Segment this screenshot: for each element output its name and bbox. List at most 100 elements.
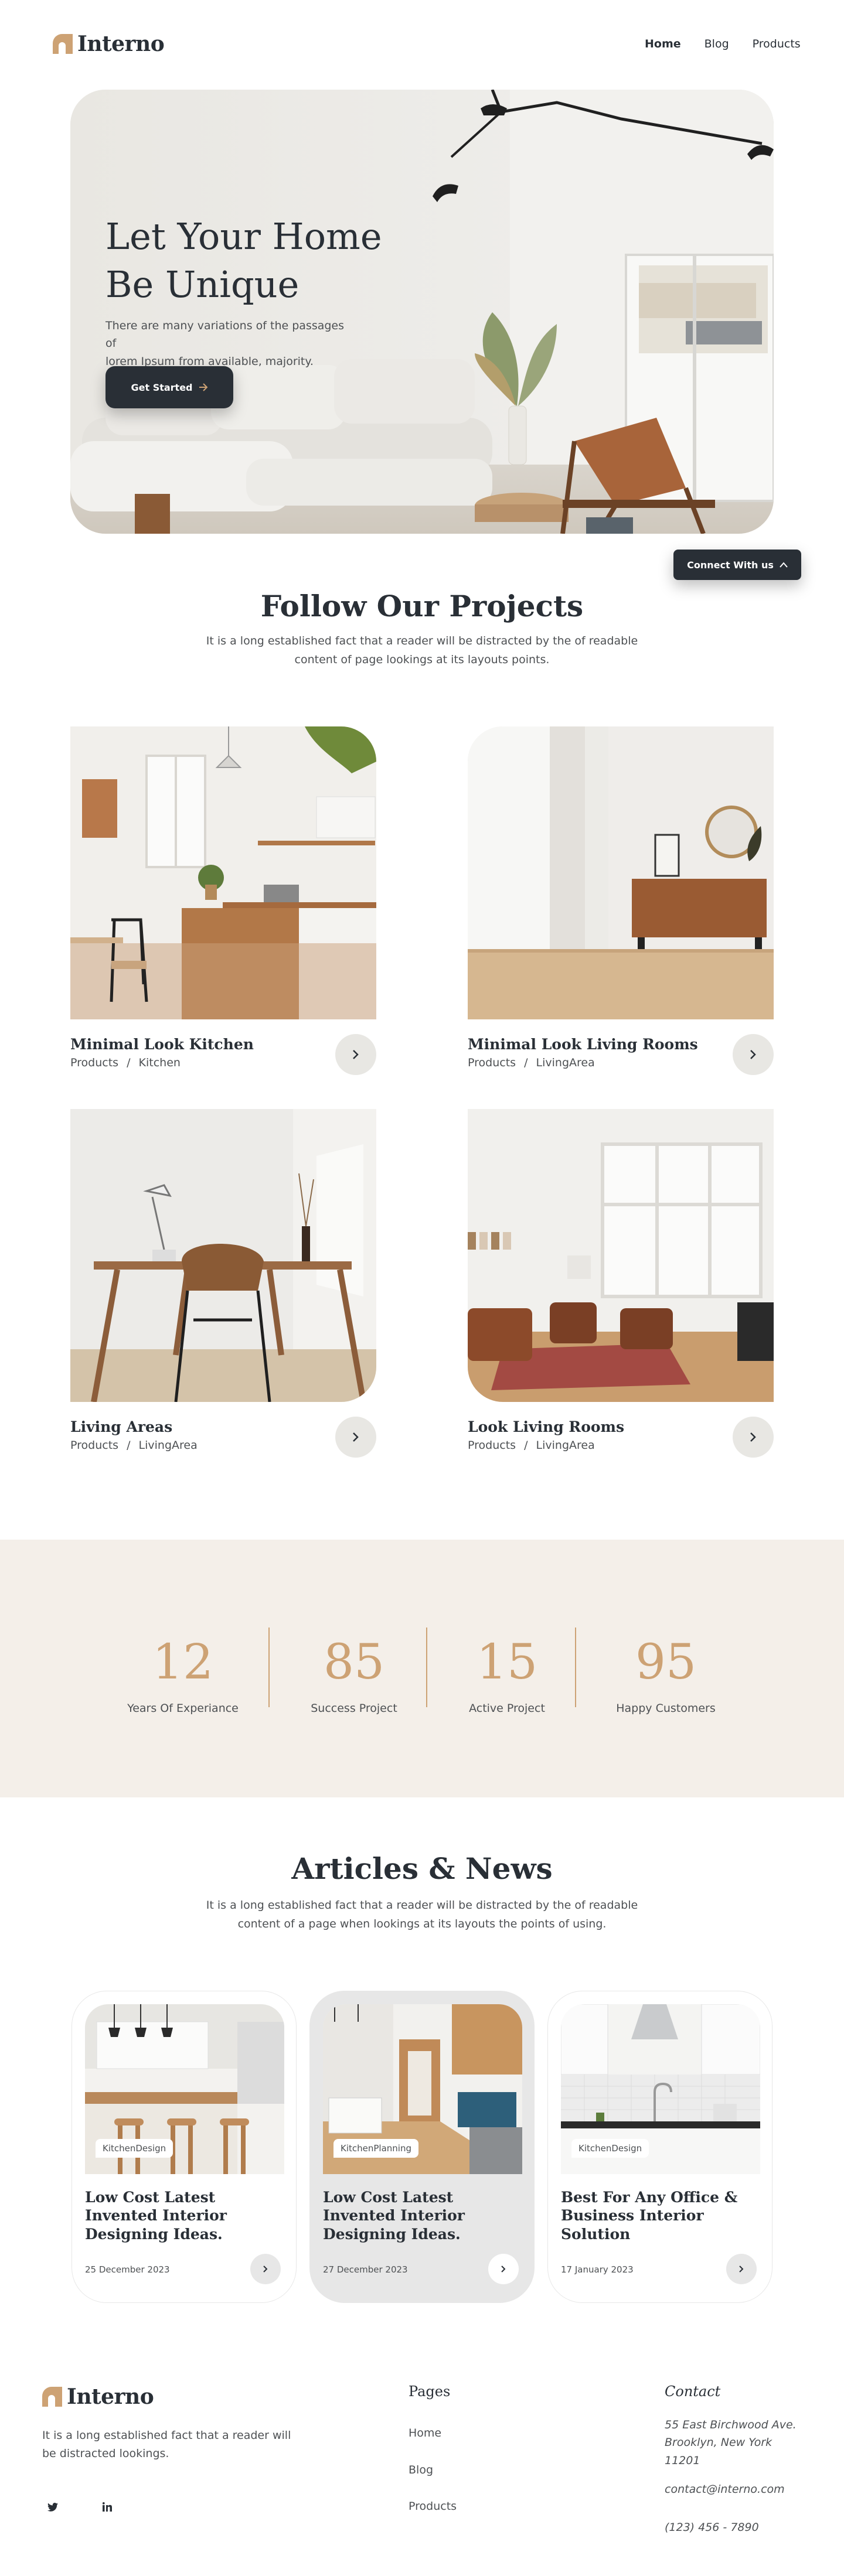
- project-name-1[interactable]: Minimal Look Kitchen: [70, 1036, 254, 1053]
- article-tag-2[interactable]: KitchenPlanning: [333, 2139, 418, 2158]
- stat-number: 85: [323, 1635, 385, 1690]
- chevron-right-icon: [353, 1432, 359, 1442]
- project-image-look-living[interactable]: [468, 1109, 774, 1402]
- projects-subtitle: It is a long established fact that a rea…: [0, 632, 844, 670]
- footer-logo[interactable]: Interno: [42, 2384, 154, 2409]
- article-open-button-2[interactable]: [488, 2254, 519, 2284]
- footer-phone[interactable]: (123) 456 - 7890: [665, 2519, 759, 2536]
- stat-label: Active Project: [469, 1702, 545, 1715]
- footer-pages-title: Pages: [409, 2383, 451, 2400]
- stat-label: Happy Customers: [616, 1702, 716, 1715]
- chevron-right-icon: [353, 1050, 359, 1059]
- main-nav: Home Blog Products: [645, 37, 801, 50]
- chevron-up-icon: [780, 562, 788, 568]
- get-started-button[interactable]: Get Started: [106, 366, 233, 408]
- chevron-right-icon: [750, 1432, 756, 1442]
- stat-customers: 95 Happy Customers: [587, 1639, 745, 1715]
- project-image-living-areas[interactable]: [70, 1109, 376, 1402]
- linkedin-icon[interactable]: [101, 2501, 113, 2513]
- hero-description: There are many variations of the passage…: [106, 317, 358, 370]
- article-date-3: 17 January 2023: [561, 2264, 634, 2275]
- footer-email[interactable]: contact@interno.com: [665, 2481, 785, 2498]
- article-title-1[interactable]: Low Cost Latest Invented Interior Design…: [85, 2188, 278, 2243]
- article-date-1: 25 December 2023: [85, 2264, 170, 2275]
- project-breadcrumb-3: Products / LivingArea: [70, 1439, 198, 1452]
- footer-about-line-2: be distracted lookings.: [42, 2447, 169, 2461]
- nav-home[interactable]: Home: [645, 37, 681, 50]
- project-cat-4: Products: [468, 1439, 516, 1452]
- project-image-living-room[interactable]: [468, 726, 774, 1019]
- footer-address: 55 East Birchwood Ave. Brooklyn, New Yor…: [665, 2416, 797, 2469]
- project-open-button-2[interactable]: [733, 1034, 774, 1075]
- footer-link-blog[interactable]: Blog: [409, 2464, 433, 2476]
- article-tag-1[interactable]: KitchenDesign: [96, 2139, 173, 2158]
- footer-brand-name: Interno: [67, 2384, 154, 2409]
- project-name-4[interactable]: Look Living Rooms: [468, 1418, 624, 1435]
- arrow-right-icon: [199, 383, 207, 391]
- hero-title: Let Your Home Be Unique: [106, 213, 382, 309]
- footer-link-products[interactable]: Products: [409, 2500, 457, 2513]
- article-card-3[interactable]: KitchenDesign Best For Any Office & Busi…: [547, 1991, 772, 2303]
- project-breadcrumb-1: Products / Kitchen: [70, 1056, 181, 1069]
- project-image-kitchen[interactable]: [70, 726, 376, 1019]
- stat-number: 12: [152, 1635, 214, 1690]
- address-line-2: Brooklyn, New York: [665, 2436, 772, 2449]
- project-sep-1: /: [127, 1056, 131, 1069]
- articles-subtitle: It is a long established fact that a rea…: [0, 1896, 844, 1934]
- stat-label: Years Of Experiance: [127, 1702, 239, 1715]
- chevron-right-icon: [739, 2265, 744, 2273]
- logo-icon: [53, 34, 73, 54]
- article-open-button-1[interactable]: [250, 2254, 281, 2284]
- hero-banner: Let Your Home Be Unique There are many v…: [70, 90, 774, 534]
- projects-title: Follow Our Projects: [260, 589, 584, 623]
- footer-about-line-1: It is a long established fact that a rea…: [42, 2429, 291, 2442]
- articles-sub-line-2: content of a page when lookings at its l…: [237, 1918, 607, 1931]
- stat-divider: [268, 1628, 270, 1707]
- stat-success: 85 Success Project: [275, 1639, 433, 1715]
- stat-number: 15: [476, 1635, 538, 1690]
- twitter-icon[interactable]: [47, 2501, 59, 2513]
- project-open-button-3[interactable]: [335, 1417, 376, 1458]
- hero-text-line-1: There are many variations of the passage…: [106, 319, 345, 350]
- articles-title: Articles & News: [291, 1851, 553, 1886]
- footer-contact-title: Contact: [665, 2383, 721, 2400]
- brand-name: Interno: [77, 32, 165, 56]
- article-title-3[interactable]: Best For Any Office & Business Interior …: [561, 2188, 754, 2243]
- project-breadcrumb-2: Products / LivingArea: [468, 1056, 595, 1069]
- hero-title-line-1: Let Your Home: [106, 215, 382, 258]
- article-card-2[interactable]: KitchenPlanning Low Cost Latest Invented…: [309, 1991, 535, 2303]
- article-tag-3[interactable]: KitchenDesign: [571, 2139, 649, 2158]
- footer-link-home[interactable]: Home: [409, 2427, 441, 2439]
- chevron-right-icon: [501, 2265, 506, 2273]
- project-sep-4: /: [524, 1439, 528, 1452]
- chevron-right-icon: [750, 1050, 756, 1059]
- project-cat-3: Products: [70, 1439, 119, 1452]
- project-name-3[interactable]: Living Areas: [70, 1418, 172, 1435]
- project-name-2[interactable]: Minimal Look Living Rooms: [468, 1036, 698, 1053]
- get-started-label: Get Started: [131, 381, 193, 393]
- article-title-2[interactable]: Low Cost Latest Invented Interior Design…: [323, 2188, 516, 2243]
- project-sub-1: Kitchen: [138, 1056, 181, 1069]
- project-open-button-1[interactable]: [335, 1034, 376, 1075]
- nav-products[interactable]: Products: [753, 37, 801, 50]
- stat-number: 95: [635, 1635, 697, 1690]
- header-logo[interactable]: Interno: [53, 32, 165, 56]
- stat-divider: [575, 1628, 576, 1707]
- project-sub-2: LivingArea: [536, 1056, 595, 1069]
- projects-sub-line-1: It is a long established fact that a rea…: [206, 634, 638, 647]
- logo-icon: [42, 2387, 62, 2407]
- project-sep-3: /: [127, 1439, 131, 1452]
- project-sub-3: LivingArea: [138, 1439, 198, 1452]
- projects-sub-line-2: content of page lookings at its layouts …: [294, 653, 550, 667]
- article-open-button-3[interactable]: [726, 2254, 757, 2284]
- footer-about: It is a long established fact that a rea…: [42, 2427, 291, 2464]
- project-cat-2: Products: [468, 1056, 516, 1069]
- project-open-button-4[interactable]: [733, 1417, 774, 1458]
- stat-label: Success Project: [311, 1702, 397, 1715]
- chevron-right-icon: [263, 2265, 268, 2273]
- nav-blog[interactable]: Blog: [705, 37, 729, 50]
- connect-with-us-button[interactable]: Connect With us: [673, 550, 801, 580]
- stat-active: 15 Active Project: [428, 1639, 586, 1715]
- article-card-1[interactable]: KitchenDesign Low Cost Latest Invented I…: [72, 1991, 297, 2303]
- connect-label: Connect With us: [687, 559, 774, 571]
